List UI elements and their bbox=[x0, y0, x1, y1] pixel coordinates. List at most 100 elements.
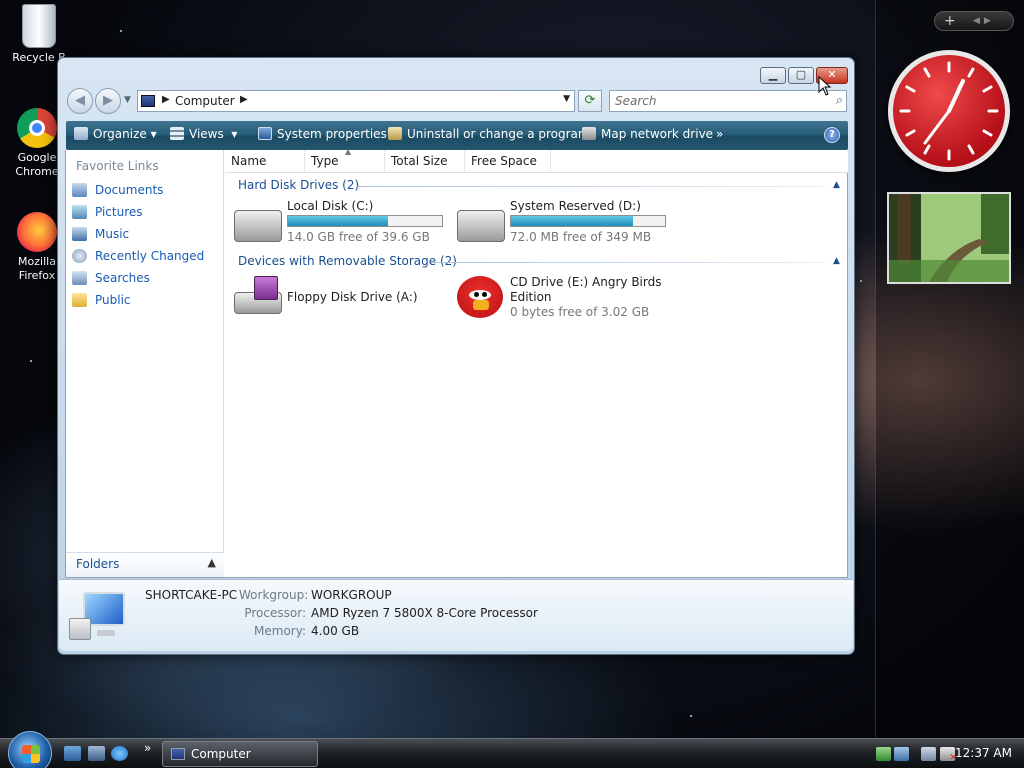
clock-gadget[interactable] bbox=[888, 50, 1010, 172]
recycle-bin-icon bbox=[22, 4, 56, 48]
drive-free-space: 0 bytes free of 3.02 GB bbox=[510, 305, 650, 319]
drive-free-space: 14.0 GB free of 39.6 GB bbox=[287, 230, 430, 244]
star bbox=[860, 280, 862, 282]
folders-toggle[interactable]: Folders ▲ bbox=[66, 552, 224, 577]
drive-name: Local Disk (C:) bbox=[287, 199, 374, 213]
system-clock[interactable]: 12:37 AM bbox=[955, 746, 1012, 760]
recent-pages-dropdown[interactable]: ▼ bbox=[124, 95, 131, 105]
organize-button[interactable]: Organize ▾ bbox=[74, 127, 157, 141]
breadcrumb-arrow-icon[interactable]: ▶ bbox=[162, 94, 170, 105]
nav-item-label: Music bbox=[95, 227, 130, 241]
switch-windows-icon[interactable] bbox=[88, 746, 105, 761]
windows-update-tray-icon[interactable] bbox=[876, 747, 891, 761]
drive-name: CD Drive (E:) Angry Birds bbox=[510, 275, 662, 289]
drive-name-line-2: Edition bbox=[510, 290, 552, 304]
star bbox=[690, 715, 692, 717]
nav-item-public[interactable]: Public bbox=[72, 290, 131, 310]
details-pane: SHORTCAKE-PC Workgroup: WORKGROUP Proces… bbox=[59, 579, 853, 651]
sidebar-add-gadget-button[interactable]: + bbox=[944, 12, 956, 30]
column-name[interactable]: Name bbox=[225, 150, 305, 173]
breadcrumb-arrow-icon[interactable]: ▶ bbox=[240, 94, 248, 105]
group-header-removable-storage[interactable]: Devices with Removable Storage (2) bbox=[238, 254, 457, 268]
floppy-drive-icon bbox=[234, 276, 282, 316]
computer-name: SHORTCAKE-PC bbox=[145, 588, 238, 602]
desktop-icon-recycle-bin[interactable]: Recycle B bbox=[4, 4, 74, 65]
start-button[interactable] bbox=[8, 731, 52, 768]
network-drive-icon bbox=[582, 127, 596, 140]
searches-icon bbox=[72, 271, 87, 285]
workgroup-value: WORKGROUP bbox=[311, 588, 392, 602]
views-label: Views bbox=[189, 127, 224, 141]
chrome-icon bbox=[17, 108, 57, 148]
column-total-size[interactable]: Total Size bbox=[385, 150, 465, 173]
system-properties-button[interactable]: System properties bbox=[258, 127, 387, 141]
group-divider bbox=[356, 186, 826, 187]
address-location[interactable]: Computer bbox=[175, 94, 235, 108]
system-properties-icon bbox=[258, 127, 272, 140]
hard-drive-icon bbox=[234, 210, 282, 242]
computer-icon bbox=[141, 95, 155, 107]
taskbar: » Computer ✕ 12:37 AM bbox=[0, 731, 1024, 768]
angry-birds-disc-icon bbox=[457, 276, 503, 318]
internet-explorer-icon[interactable] bbox=[111, 746, 128, 761]
address-dropdown-icon[interactable]: ▼ bbox=[563, 94, 570, 104]
toolbar-overflow-button[interactable]: » bbox=[716, 127, 723, 141]
quick-launch-overflow-button[interactable]: » bbox=[144, 741, 151, 755]
documents-icon bbox=[72, 183, 87, 197]
minimize-button[interactable]: ▁ bbox=[760, 67, 786, 84]
explorer-window[interactable]: ▁ ▢ ✕ ◀ ▶ ▼ ▶ Computer ▶ ▼ ⟳ Search ⌕ Or… bbox=[57, 57, 855, 655]
folders-label: Folders bbox=[76, 557, 120, 571]
mouse-cursor-icon bbox=[818, 76, 832, 96]
column-free-space[interactable]: Free Space bbox=[465, 150, 551, 173]
search-icon[interactable]: ⌕ bbox=[836, 93, 843, 108]
clock-face-icon bbox=[899, 61, 999, 161]
memory-label: Memory: bbox=[254, 624, 306, 638]
column-header: Name Type Total Size Free Space ▲ bbox=[225, 147, 848, 173]
group-divider bbox=[431, 262, 826, 263]
taskbar-button-label: Computer bbox=[191, 747, 251, 761]
maximize-button[interactable]: ▢ bbox=[788, 67, 814, 84]
refresh-button[interactable]: ⟳ bbox=[578, 90, 602, 112]
drive-usage-bar bbox=[287, 215, 443, 227]
nav-item-label: Documents bbox=[95, 183, 164, 197]
forward-button[interactable]: ▶ bbox=[95, 88, 121, 114]
map-network-drive-button[interactable]: Map network drive bbox=[582, 127, 713, 141]
drive-free-space: 72.0 MB free of 349 MB bbox=[510, 230, 652, 244]
nav-item-label: Public bbox=[95, 293, 131, 307]
network-tray-icon[interactable] bbox=[921, 747, 936, 761]
nav-item-music[interactable]: Music bbox=[72, 224, 129, 244]
processor-value: AMD Ryzen 7 5800X 8-Core Processor bbox=[311, 606, 538, 620]
hard-drive-icon bbox=[457, 210, 505, 242]
volume-muted-tray-icon[interactable]: ✕ bbox=[940, 747, 957, 763]
back-button[interactable]: ◀ bbox=[67, 88, 93, 114]
sidebar-controls[interactable]: + ◀▶ bbox=[934, 11, 1014, 31]
sidebar-nav-arrows-icon[interactable]: ◀▶ bbox=[973, 12, 995, 30]
collapse-group-icon[interactable]: ▲ bbox=[833, 180, 840, 190]
nav-item-pictures[interactable]: Pictures bbox=[72, 202, 143, 222]
help-button[interactable]: ? bbox=[824, 127, 840, 143]
nav-item-documents[interactable]: Documents bbox=[72, 180, 163, 200]
drive-usage-bar bbox=[510, 215, 666, 227]
nav-item-recently-changed[interactable]: Recently Changed bbox=[72, 246, 204, 266]
chevron-up-icon[interactable]: ▲ bbox=[208, 556, 216, 569]
processor-label: Processor: bbox=[244, 606, 306, 620]
nav-item-searches[interactable]: Searches bbox=[72, 268, 150, 288]
taskbar-button-computer[interactable]: Computer bbox=[162, 741, 318, 767]
views-icon bbox=[170, 127, 184, 140]
nav-item-label: Pictures bbox=[95, 205, 143, 219]
drive-name: System Reserved (D:) bbox=[510, 199, 641, 213]
show-desktop-icon[interactable] bbox=[64, 746, 81, 761]
command-bar: Organize ▾ Views ▾ System properties Uni… bbox=[66, 121, 848, 150]
collapse-group-icon[interactable]: ▲ bbox=[833, 256, 840, 266]
search-input[interactable]: Search ⌕ bbox=[609, 90, 847, 112]
music-icon bbox=[72, 227, 87, 241]
windows-logo-icon bbox=[22, 745, 40, 763]
address-bar[interactable]: ▶ Computer ▶ ▼ bbox=[137, 90, 575, 112]
slideshow-gadget[interactable] bbox=[887, 192, 1011, 284]
public-folder-icon bbox=[72, 293, 87, 307]
group-header-hard-disk-drives[interactable]: Hard Disk Drives (2) bbox=[238, 178, 359, 192]
views-button[interactable]: Views ▾ bbox=[170, 127, 237, 141]
uninstall-label: Uninstall or change a program bbox=[407, 127, 590, 141]
security-center-tray-icon[interactable] bbox=[894, 747, 909, 761]
uninstall-program-button[interactable]: Uninstall or change a program bbox=[388, 127, 590, 141]
